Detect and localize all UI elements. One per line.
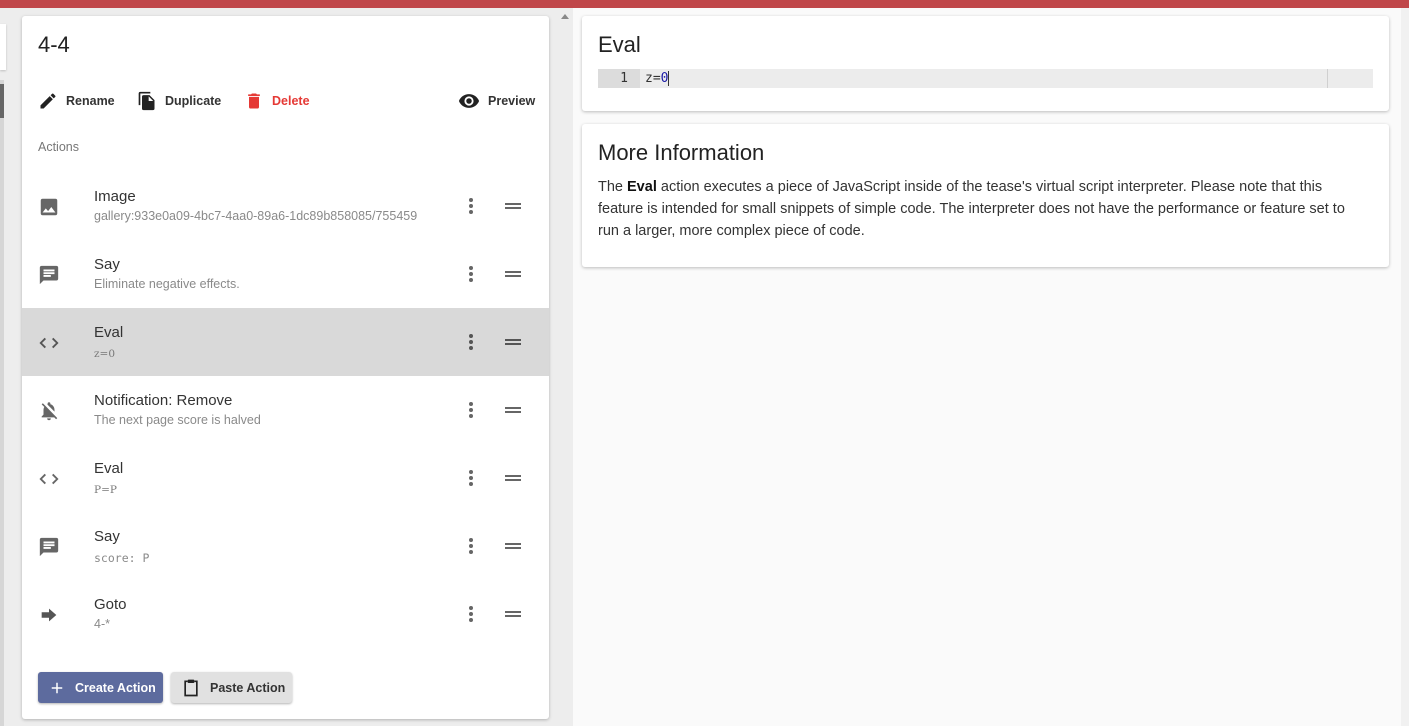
message-icon bbox=[39, 265, 59, 285]
duplicate-button[interactable]: Duplicate bbox=[137, 90, 221, 112]
drag-handle-icon[interactable] bbox=[503, 537, 523, 555]
left-scrollbar-thumb[interactable] bbox=[0, 84, 4, 118]
clipboard-icon bbox=[184, 679, 198, 696]
action-title: Image bbox=[94, 188, 136, 205]
code-editor[interactable]: 1 z=0 bbox=[598, 69, 1373, 88]
drag-handle-icon[interactable] bbox=[503, 401, 523, 419]
more-vert-icon[interactable] bbox=[462, 400, 480, 420]
action-item-notification-remove[interactable]: Notification: Remove The next page score… bbox=[22, 376, 549, 444]
more-vert-icon[interactable] bbox=[462, 604, 480, 624]
code-icon bbox=[39, 337, 59, 349]
more-vert-icon[interactable] bbox=[462, 332, 480, 352]
action-title: Say bbox=[94, 528, 120, 545]
action-subtitle: The next page score is halved bbox=[94, 413, 261, 427]
action-item-image[interactable]: Image gallery:933e0a09-4bc7-4aa0-89a6-1d… bbox=[22, 172, 549, 240]
trash-icon bbox=[248, 93, 260, 109]
message-icon bbox=[39, 537, 59, 557]
notifications-off-icon bbox=[41, 402, 58, 421]
more-information-card: More Information The Eval action execute… bbox=[582, 124, 1389, 267]
detail-pane bbox=[573, 8, 1401, 726]
duplicate-label: Duplicate bbox=[165, 94, 222, 108]
preview-label: Preview bbox=[488, 94, 536, 108]
eye-icon bbox=[458, 94, 480, 108]
action-item-say[interactable]: Say score: P bbox=[22, 512, 549, 580]
print-margin-rule bbox=[1327, 69, 1328, 88]
drag-handle-icon[interactable] bbox=[503, 469, 523, 487]
delete-label: Delete bbox=[272, 94, 310, 108]
preview-button[interactable]: Preview bbox=[458, 90, 535, 112]
code-line[interactable]: z=0 bbox=[645, 69, 670, 88]
delete-button[interactable]: Delete bbox=[244, 90, 310, 112]
action-subtitle: P=P bbox=[94, 484, 117, 496]
copy-icon bbox=[138, 91, 155, 111]
rename-button[interactable]: Rename bbox=[38, 90, 115, 112]
paste-action-button[interactable]: Paste Action bbox=[171, 672, 292, 703]
action-subtitle: score: P bbox=[94, 551, 150, 565]
action-item-say[interactable]: Say Eliminate negative effects. bbox=[22, 240, 549, 308]
eval-card-title: Eval bbox=[598, 32, 641, 57]
code-text: z= bbox=[645, 71, 661, 86]
right-scrollbar[interactable] bbox=[1401, 8, 1409, 726]
action-title: Eval bbox=[94, 460, 124, 477]
line-number: 1 bbox=[598, 69, 640, 88]
drag-handle-icon[interactable] bbox=[503, 197, 523, 215]
page-editor-panel: 4-4 Rename Duplicate Delete Preview Acti… bbox=[22, 16, 549, 719]
left-gutter bbox=[0, 8, 14, 726]
info-text-bold: Eval bbox=[627, 179, 657, 195]
drag-handle-icon[interactable] bbox=[503, 265, 523, 283]
action-title: Say bbox=[94, 256, 120, 273]
left-scrollbar-track[interactable] bbox=[0, 80, 4, 726]
more-vert-icon[interactable] bbox=[462, 536, 480, 556]
rename-label: Rename bbox=[66, 94, 115, 108]
action-title: Eval bbox=[94, 324, 124, 341]
code-number: 0 bbox=[660, 71, 669, 86]
action-list: Image gallery:933e0a09-4bc7-4aa0-89a6-1d… bbox=[22, 172, 549, 648]
action-subtitle: gallery:933e0a09-4bc7-4aa0-89a6-1dc89b85… bbox=[94, 209, 418, 223]
drag-handle-icon[interactable] bbox=[503, 605, 523, 623]
action-title: Goto bbox=[94, 596, 127, 613]
more-vert-icon[interactable] bbox=[462, 196, 480, 216]
action-item-goto[interactable]: Goto 4-* bbox=[22, 580, 549, 648]
info-text-after: action executes a piece of JavaScript in… bbox=[598, 179, 1345, 239]
action-item-eval-selected[interactable]: Eval z=0 bbox=[22, 308, 549, 376]
pencil-icon bbox=[40, 93, 56, 109]
text-cursor bbox=[668, 71, 670, 86]
info-card-title: More Information bbox=[598, 140, 765, 165]
collapsed-card-edge bbox=[0, 24, 6, 70]
arrow-forward-icon bbox=[41, 608, 57, 622]
image-icon bbox=[40, 198, 58, 216]
action-subtitle: z=0 bbox=[94, 348, 116, 360]
more-vert-icon[interactable] bbox=[462, 468, 480, 488]
more-vert-icon[interactable] bbox=[462, 264, 480, 284]
info-card-text: The Eval action executes a piece of Java… bbox=[598, 176, 1368, 242]
plus-icon bbox=[51, 682, 63, 693]
paste-action-label: Paste Action bbox=[210, 680, 286, 695]
actions-section-label: Actions bbox=[38, 140, 79, 154]
top-accent-bar bbox=[0, 0, 1409, 8]
info-text-before: The bbox=[598, 179, 628, 195]
pane-splitter[interactable] bbox=[557, 8, 573, 726]
scroll-up-arrow-icon[interactable] bbox=[561, 14, 569, 19]
create-action-label: Create Action bbox=[75, 680, 156, 695]
action-title: Notification: Remove bbox=[94, 392, 233, 409]
action-subtitle: 4-* bbox=[94, 617, 110, 631]
eval-editor-card: Eval 1 z=0 bbox=[582, 16, 1389, 111]
drag-handle-icon[interactable] bbox=[503, 333, 523, 351]
action-subtitle: Eliminate negative effects. bbox=[94, 277, 240, 291]
create-action-button[interactable]: Create Action bbox=[38, 672, 163, 703]
page-title: 4-4 bbox=[38, 32, 70, 57]
code-icon bbox=[39, 473, 59, 485]
action-item-eval[interactable]: Eval P=P bbox=[22, 444, 549, 512]
